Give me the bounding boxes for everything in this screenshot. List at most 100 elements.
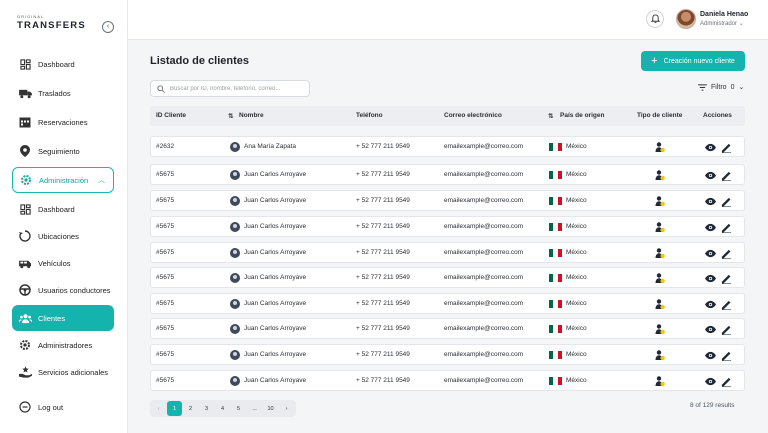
sort-icon[interactable]: ⇅ — [228, 112, 233, 120]
sidebar-item-label: Dashboard — [38, 204, 75, 214]
client-id: #5675 — [156, 223, 175, 230]
mexico-flag-icon — [549, 171, 562, 179]
edit-icon[interactable] — [721, 142, 732, 153]
sidebar-item-usuarios-conductores[interactable]: Usuarios conductores — [12, 278, 114, 302]
notifications-button[interactable] — [646, 10, 664, 28]
client-id: #5675 — [156, 171, 175, 178]
page-button[interactable]: 4 — [215, 401, 230, 416]
view-icon[interactable] — [705, 324, 716, 335]
view-icon[interactable] — [705, 142, 716, 153]
view-icon[interactable] — [705, 170, 716, 181]
edit-icon[interactable] — [721, 376, 732, 387]
view-icon[interactable] — [705, 350, 716, 361]
client-phone: + 52 777 211 9549 — [356, 249, 410, 256]
steering-wheel-icon — [18, 283, 32, 297]
table-row[interactable]: #5675 Juan Carlos Arroyave + 52 777 211 … — [150, 190, 745, 211]
page-button[interactable]: 1 — [167, 401, 182, 416]
next-page-button[interactable]: › — [279, 401, 294, 416]
sidebar-item-seguimiento[interactable]: Seguimiento — [12, 139, 114, 163]
column-header-tipo[interactable]: Tipo de cliente — [637, 112, 682, 119]
client-name: Juan Carlos Arroyave — [244, 377, 307, 384]
column-header-pais[interactable]: País de origen — [560, 112, 604, 119]
sidebar-item-clientes[interactable]: Clientes — [12, 305, 114, 331]
page-button[interactable]: 10 — [263, 401, 278, 416]
user-avatar[interactable] — [676, 9, 696, 29]
collapse-sidebar-button[interactable]: ‹ — [102, 21, 114, 33]
avatar-icon — [230, 324, 240, 334]
sidebar-item-vehiculos[interactable]: Vehículos — [12, 251, 114, 275]
client-phone: + 52 777 211 9549 — [356, 325, 410, 332]
sidebar-item-ubicaciones[interactable]: Ubicaciones — [12, 224, 114, 248]
page-button[interactable]: ... — [247, 401, 262, 416]
client-email: emailexample@correo.com — [444, 197, 524, 204]
refresh-icon — [18, 229, 32, 243]
avatar-icon — [230, 299, 240, 309]
table-row[interactable]: #5675 Juan Carlos Arroyave + 52 777 211 … — [150, 344, 745, 365]
table-row[interactable]: #5675 Juan Carlos Arroyave + 52 777 211 … — [150, 267, 745, 288]
page-button[interactable]: 2 — [183, 401, 198, 416]
logout-button[interactable]: Log out — [12, 395, 114, 419]
search-box[interactable] — [150, 80, 310, 97]
client-name: Juan Carlos Arroyave — [244, 223, 307, 230]
table-row[interactable]: #5675 Juan Carlos Arroyave + 52 777 211 … — [150, 370, 745, 391]
column-header-correo[interactable]: Correo electrónico — [444, 112, 502, 119]
user-name[interactable]: Daniela Henao — [700, 11, 748, 18]
edit-icon[interactable] — [721, 196, 732, 207]
view-icon[interactable] — [705, 299, 716, 310]
edit-icon[interactable] — [721, 324, 732, 335]
user-role-dropdown[interactable]: Administrador ⌄ — [700, 20, 744, 27]
table-row[interactable]: #5675 Juan Carlos Arroyave + 52 777 211 … — [150, 216, 745, 237]
pagination: ‹ 1 2 3 4 5... 10 › — [150, 400, 296, 417]
edit-icon[interactable] — [721, 273, 732, 284]
edit-icon[interactable] — [721, 299, 732, 310]
prev-page-button[interactable]: ‹ — [151, 401, 166, 416]
topbar: Daniela Henao Administrador ⌄ — [128, 0, 768, 40]
page-button[interactable]: 5 — [231, 401, 246, 416]
sidebar-item-servicios-adicionales[interactable]: Servicios adicionales — [12, 360, 114, 384]
column-header-telefono[interactable]: Teléfono — [356, 112, 383, 119]
column-header-id[interactable]: ID Cliente — [156, 112, 186, 119]
search-input[interactable] — [170, 85, 305, 92]
sidebar-item-admin-dashboard[interactable]: Dashboard — [12, 197, 114, 221]
table-row[interactable]: #5675 Juan Carlos Arroyave + 52 777 211 … — [150, 164, 745, 185]
client-type-icon — [655, 324, 665, 335]
avatar-icon — [230, 350, 240, 360]
sidebar-item-label: Servicios adicionales — [38, 367, 109, 377]
client-phone: + 52 777 211 9549 — [356, 377, 410, 384]
client-phone: + 52 777 211 9549 — [356, 223, 410, 230]
column-header-nombre[interactable]: Nombre — [239, 112, 264, 119]
sidebar-item-reservaciones[interactable]: Reservaciones — [12, 110, 114, 134]
sidebar-item-administradores[interactable]: Administradores — [12, 333, 114, 357]
client-country: México — [566, 249, 587, 256]
view-icon[interactable] — [705, 196, 716, 207]
view-icon[interactable] — [705, 273, 716, 284]
avatar-icon — [230, 273, 240, 283]
sidebar-item-administracion[interactable]: Administración ︿ — [12, 167, 114, 193]
filter-icon — [698, 83, 707, 91]
sort-icon[interactable]: ⇅ — [548, 112, 553, 120]
client-name: Juan Carlos Arroyave — [244, 197, 307, 204]
sidebar-item-dashboard[interactable]: Dashboard — [12, 52, 114, 76]
view-icon[interactable] — [705, 222, 716, 233]
edit-icon[interactable] — [721, 170, 732, 181]
client-id: #5675 — [156, 325, 175, 332]
client-phone: + 52 777 211 9549 — [356, 274, 410, 281]
edit-icon[interactable] — [721, 350, 732, 361]
edit-icon[interactable] — [721, 248, 732, 259]
page-button[interactable]: 3 — [199, 401, 214, 416]
table-row[interactable]: #5675 Juan Carlos Arroyave + 52 777 211 … — [150, 293, 745, 314]
avatar-icon — [230, 142, 240, 152]
sidebar-item-traslados[interactable]: Traslados — [12, 81, 114, 105]
page-title: Listado de clientes — [150, 55, 250, 67]
new-client-button[interactable]: + Creación nuevo cliente — [641, 51, 745, 71]
client-email: emailexample@correo.com — [444, 249, 524, 256]
brand-logo[interactable]: ORIGINAL TRANSFERS — [17, 14, 97, 36]
table-row[interactable]: #5675 Juan Carlos Arroyave + 52 777 211 … — [150, 318, 745, 339]
table-row[interactable]: #2632 Ana María Zapata + 52 777 211 9549… — [150, 136, 745, 157]
edit-icon[interactable] — [721, 222, 732, 233]
filter-label: Filtro — [711, 83, 727, 91]
view-icon[interactable] — [705, 376, 716, 387]
view-icon[interactable] — [705, 248, 716, 259]
table-row[interactable]: #5675 Juan Carlos Arroyave + 52 777 211 … — [150, 242, 745, 263]
filter-dropdown[interactable]: Filtro 0 ⌄ — [698, 83, 744, 91]
